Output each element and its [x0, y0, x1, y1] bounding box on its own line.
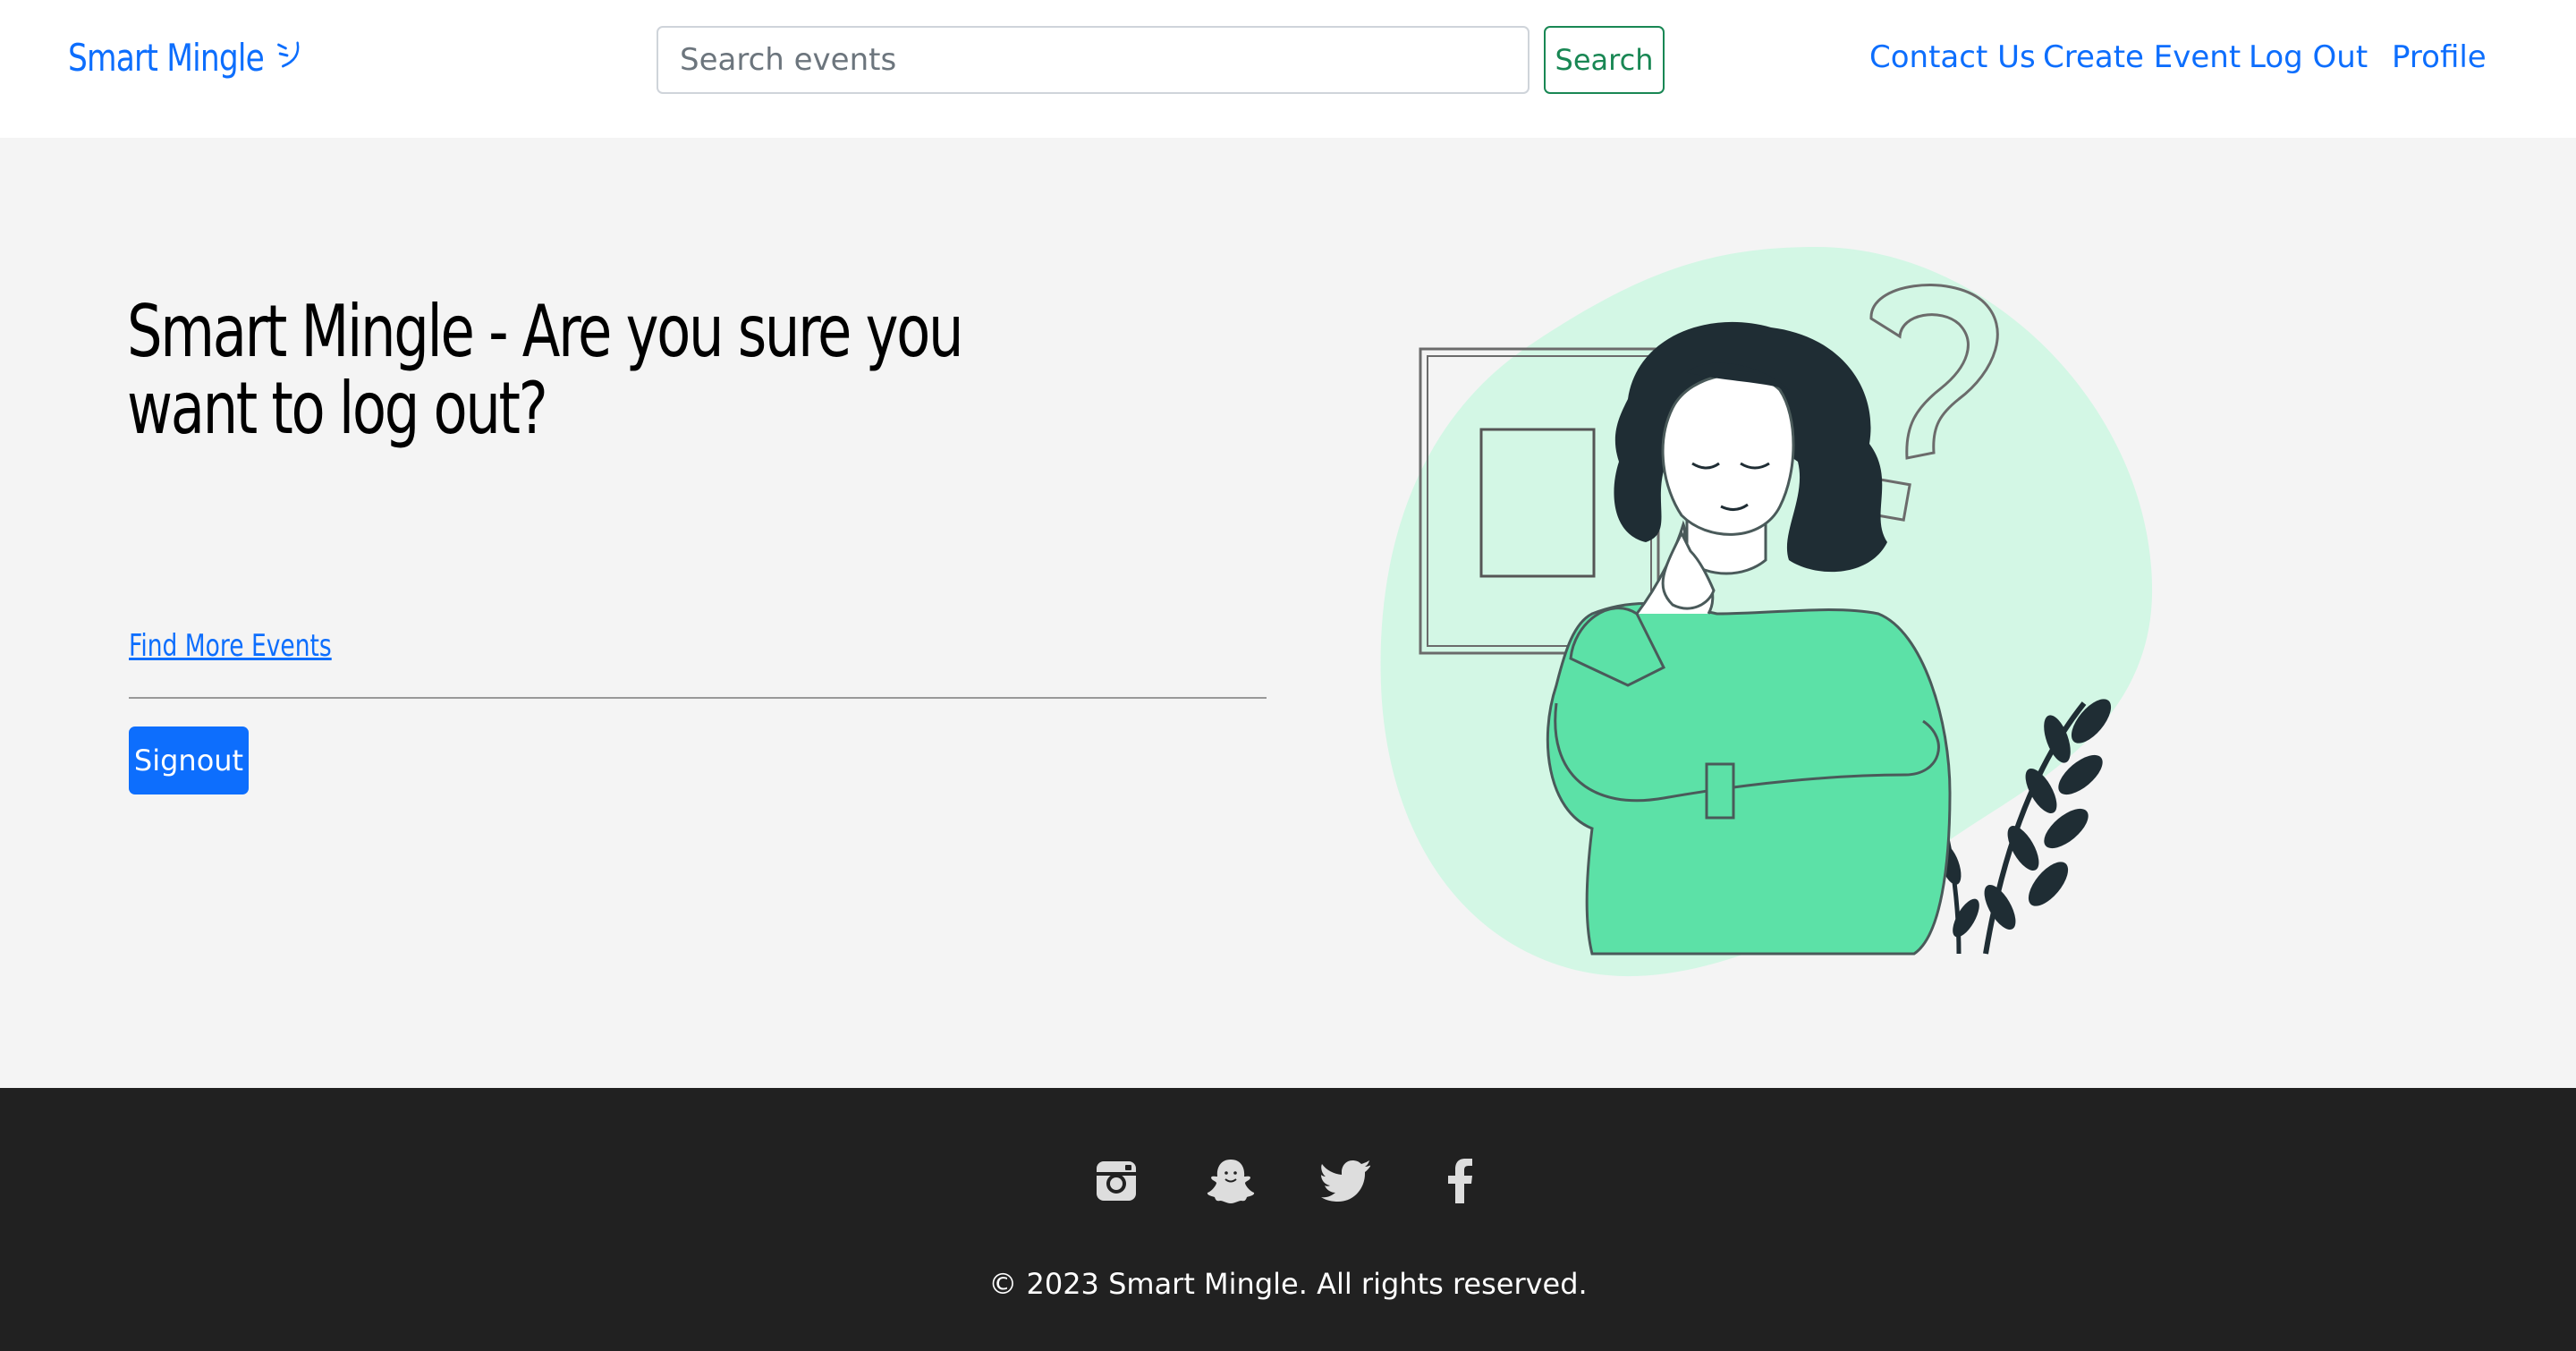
snapchat-icon[interactable]: [1204, 1154, 1258, 1208]
navbar: Smart Mingle Search Contact Us Create Ev…: [0, 0, 2576, 138]
smile-icon: [275, 38, 302, 79]
nav-log-out[interactable]: Log Out: [2249, 39, 2368, 75]
facebook-icon[interactable]: [1433, 1154, 1487, 1208]
brand-link[interactable]: Smart Mingle: [68, 36, 302, 80]
search-input[interactable]: [657, 26, 1530, 94]
nav-contact-us[interactable]: Contact Us: [1869, 39, 2036, 75]
search-button[interactable]: Search: [1544, 26, 1665, 94]
nav-profile[interactable]: Profile: [2392, 39, 2487, 75]
thinking-woman-illustration: [1368, 238, 2174, 998]
find-more-events-link[interactable]: Find More Events: [129, 628, 332, 664]
twitter-icon[interactable]: [1318, 1154, 1372, 1208]
instagram-icon[interactable]: [1089, 1154, 1143, 1208]
social-links: [1089, 1154, 1488, 1208]
divider: [129, 697, 1267, 699]
brand-name: Smart Mingle: [68, 36, 265, 80]
copyright-text: © 2023 Smart Mingle. All rights reserved…: [988, 1267, 1588, 1301]
signout-button[interactable]: Signout: [129, 726, 249, 794]
hero-section: [0, 138, 2576, 1088]
nav-create-event[interactable]: Create Event: [2043, 39, 2241, 75]
footer: [0, 1088, 2576, 1351]
page-title: Smart Mingle - Are you sure you want to …: [127, 290, 964, 450]
